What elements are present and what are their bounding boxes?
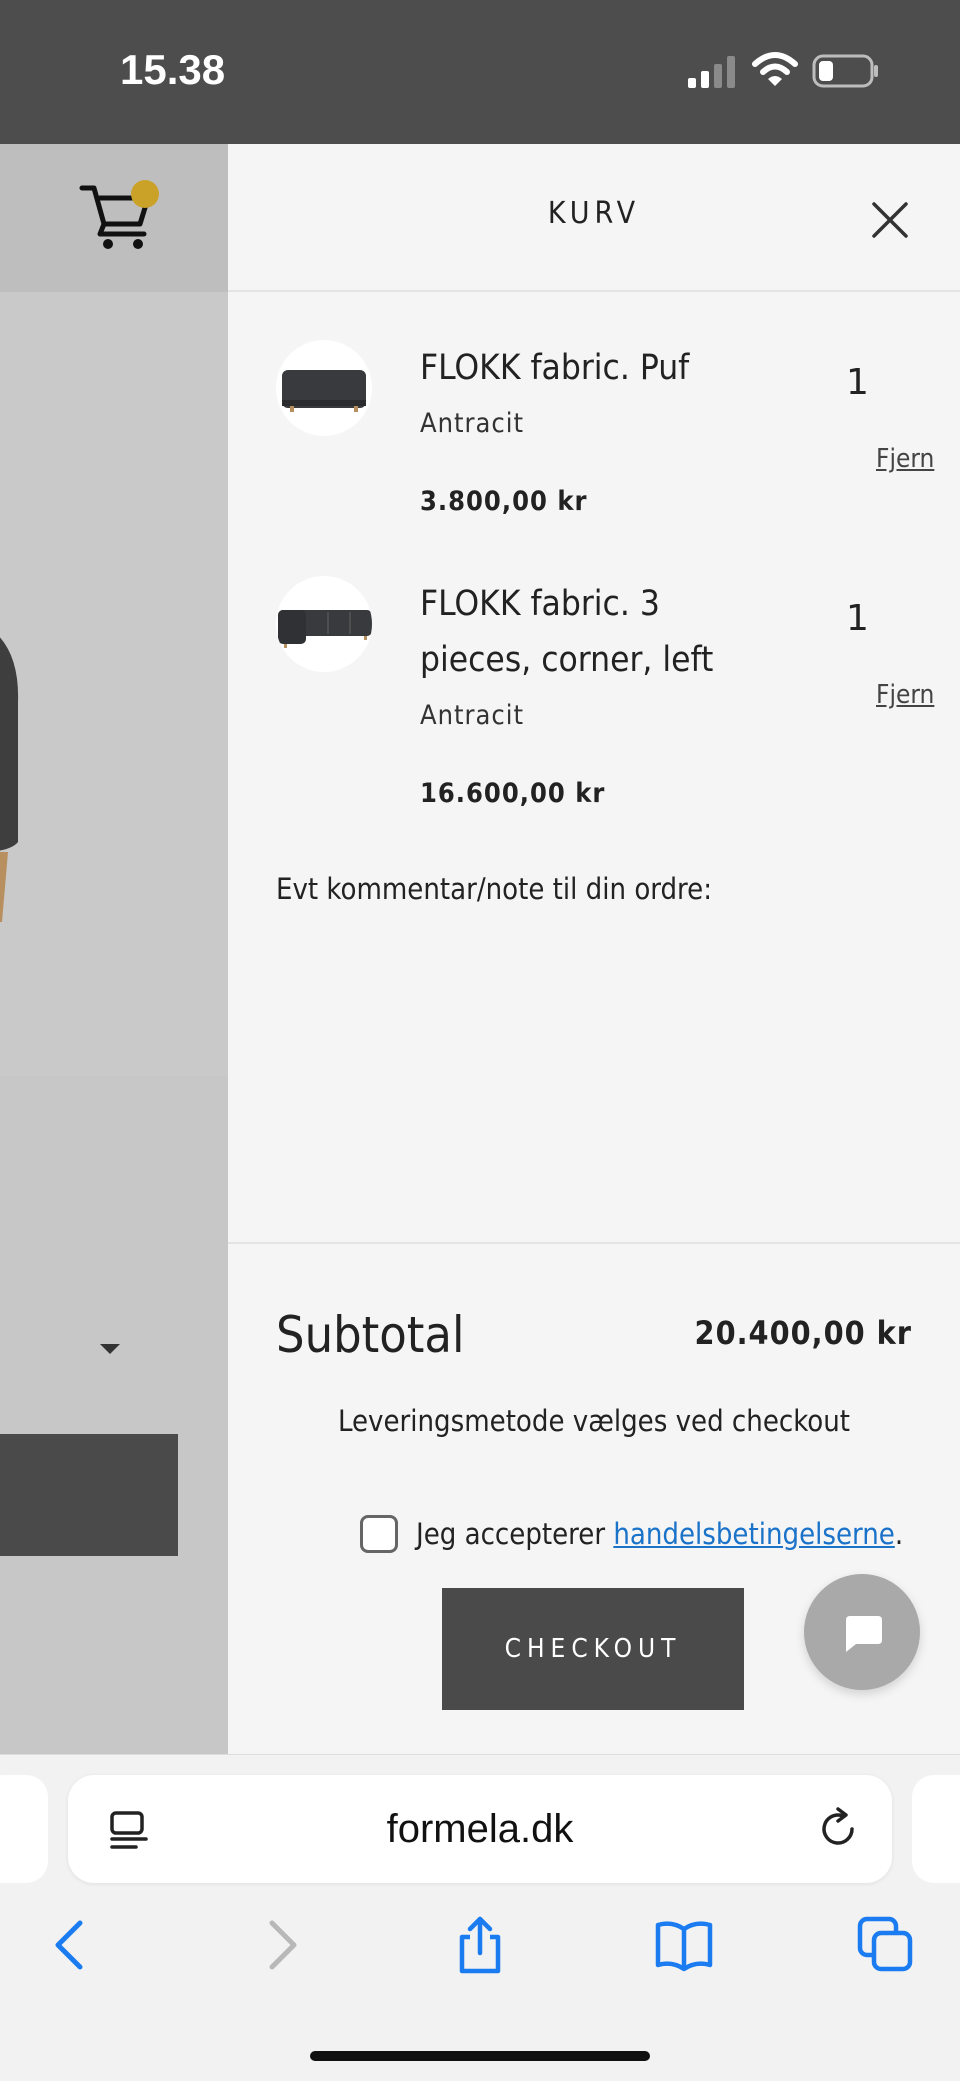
item-variant: Antracit xyxy=(420,408,525,439)
terms-suffix: . xyxy=(894,1517,904,1551)
drawer-header: KURV xyxy=(228,144,960,292)
cart-badge xyxy=(131,180,159,208)
close-icon[interactable] xyxy=(866,196,914,244)
background-header xyxy=(0,144,228,292)
item-price: 3.800,00 kr xyxy=(420,486,588,517)
back-icon[interactable] xyxy=(42,1915,102,1975)
dropdown-arrow-icon[interactable] xyxy=(100,1344,120,1354)
tabs-icon[interactable] xyxy=(856,1915,916,1975)
terms-checkbox[interactable] xyxy=(360,1515,398,1553)
item-name[interactable]: FLOKK fabric. 3 pieces, corner, left xyxy=(420,576,740,688)
status-bar: 15.38 xyxy=(0,0,960,144)
divider xyxy=(228,1242,960,1244)
forward-icon[interactable] xyxy=(250,1915,310,1975)
item-quantity[interactable]: 1 xyxy=(846,362,869,403)
product-thumbnail[interactable] xyxy=(276,340,372,436)
home-indicator xyxy=(310,2051,650,2061)
terms-row: Jeg accepterer handelsbetingelserne . xyxy=(360,1512,903,1556)
cart-drawer: KURV FLOKK fabric. Puf Antracit 3.800,00… xyxy=(228,144,960,1754)
item-variant: Antracit xyxy=(420,700,525,731)
sofa-image xyxy=(0,637,19,922)
order-note-label: Evt kommentar/note til din ordre: xyxy=(276,872,712,906)
reload-icon[interactable] xyxy=(816,1807,860,1851)
status-time: 15.38 xyxy=(120,46,226,93)
item-price: 16.600,00 kr xyxy=(420,778,606,809)
item-quantity[interactable]: 1 xyxy=(846,598,869,639)
order-note-input[interactable] xyxy=(276,924,916,1344)
drawer-title: KURV xyxy=(547,196,641,231)
share-icon[interactable] xyxy=(450,1915,510,1975)
background-lower xyxy=(0,1076,228,1754)
background-button[interactable] xyxy=(0,1434,178,1556)
background-product-image xyxy=(0,292,228,1076)
terms-link[interactable]: handelsbetingelserne xyxy=(613,1517,895,1551)
subtotal-value: 20.400,00 kr xyxy=(694,1314,912,1352)
cart-item: FLOKK fabric. 3 pieces, corner, left Ant… xyxy=(276,576,934,809)
previous-tab-preview[interactable] xyxy=(0,1775,48,1883)
chat-button[interactable] xyxy=(804,1574,920,1690)
checkout-button[interactable]: CHECKOUT xyxy=(442,1588,744,1710)
cart-icon[interactable] xyxy=(78,178,160,254)
wifi-icon xyxy=(752,52,798,86)
cellular-signal-icon xyxy=(688,56,735,88)
item-name[interactable]: FLOKK fabric. Puf xyxy=(420,340,740,396)
terms-text: Jeg accepterer xyxy=(416,1517,614,1551)
bookmarks-icon[interactable] xyxy=(654,1915,714,1975)
address-bar[interactable]: formela.dk xyxy=(68,1775,892,1883)
remove-item-link[interactable]: Fjern xyxy=(876,444,934,474)
product-thumbnail[interactable] xyxy=(276,576,372,672)
battery-icon xyxy=(812,54,878,88)
remove-item-link[interactable]: Fjern xyxy=(876,680,934,710)
subtotal-label: Subtotal xyxy=(276,1306,465,1364)
next-tab-preview[interactable] xyxy=(912,1775,960,1883)
cart-item: FLOKK fabric. Puf Antracit 3.800,00 kr 1… xyxy=(276,340,934,540)
background-page xyxy=(0,144,228,1754)
url-text[interactable]: formela.dk xyxy=(68,1807,892,1852)
chat-bubble-icon xyxy=(846,1616,882,1652)
browser-toolbar: formela.dk xyxy=(0,1754,960,2081)
delivery-note: Leveringsmetode vælges ved checkout xyxy=(337,1404,851,1438)
